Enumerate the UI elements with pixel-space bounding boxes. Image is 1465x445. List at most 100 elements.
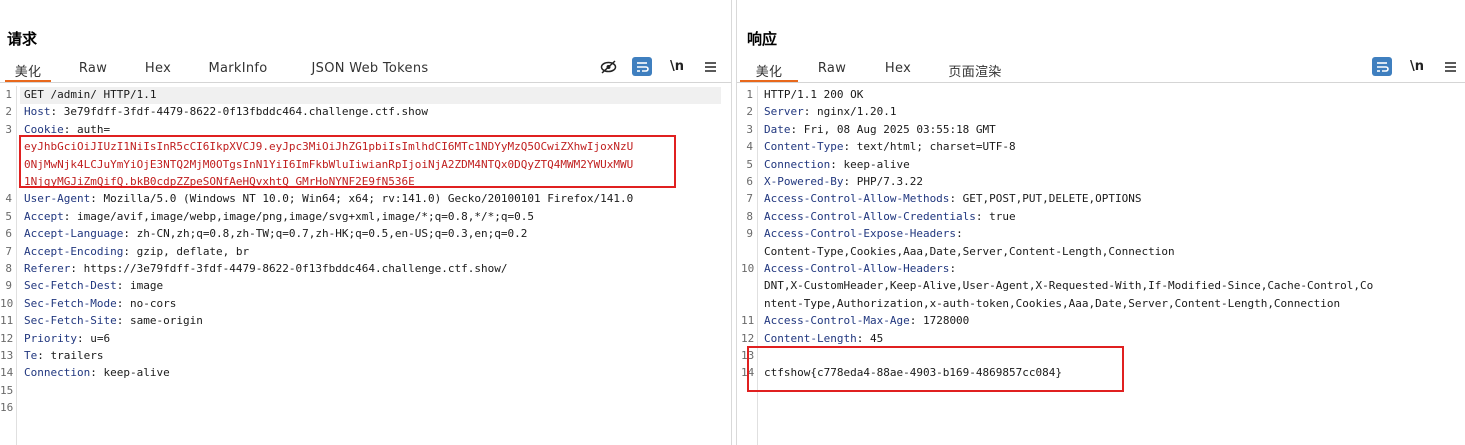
header-value: : keep-alive	[90, 366, 170, 380]
line-number: 1	[5, 88, 12, 101]
header-value: : auth=	[63, 122, 111, 136]
line-text: DNT,X-CustomHeader,Keep-Alive,User-Agent…	[764, 279, 1374, 293]
header-value: : 1728000	[909, 314, 970, 328]
code-line: X-Powered-By: PHP/7.3.22	[764, 173, 923, 190]
hide-eye-icon[interactable]	[598, 57, 618, 76]
code-line: Content-Length: 45	[764, 330, 883, 347]
line-number: 15	[0, 383, 14, 397]
line-number: 13	[0, 349, 14, 362]
code-line: Access-Control-Max-Age: 1728000	[764, 312, 969, 329]
line-number: 7	[5, 244, 12, 258]
line-number: 10	[0, 296, 14, 310]
line-number: 3	[746, 122, 753, 136]
line-number: 4	[5, 192, 12, 206]
code-line: Content-Type,Cookies,Aaa,Date,Server,Con…	[764, 243, 1175, 260]
header-value: : 45	[856, 331, 884, 345]
line-number: 2	[746, 105, 753, 119]
header-name: Priority	[24, 331, 77, 345]
header-value: : image	[116, 279, 164, 293]
header-name: Sec-Fetch-Site	[24, 314, 117, 328]
header-name: Sec-Fetch-Dest	[24, 279, 117, 293]
header-name: Accept-Encoding	[24, 244, 124, 258]
menu-icon[interactable]	[1440, 57, 1460, 76]
response-tab-raw[interactable]: Raw	[809, 61, 855, 82]
header-name: Connection	[764, 157, 831, 171]
line-number: 11	[741, 314, 755, 328]
header-name: Sec-Fetch-Mode	[24, 296, 117, 310]
line-number: 3	[5, 122, 12, 136]
response-tab-render[interactable]: 页面渲染	[941, 61, 1009, 82]
header-value: :	[956, 227, 963, 241]
request-tab-hex[interactable]: Hex	[135, 61, 181, 82]
code-line: Host: 3e79fdff-3fdf-4479-8622-0f13fbddc4…	[24, 103, 428, 120]
request-pane: 请求 美化 Raw Hex MarkInfo JSON Web Tokens \…	[0, 0, 731, 445]
flag-highlight-box	[747, 346, 1124, 392]
code-line: User-Agent: Mozilla/5.0 (Windows NT 10.0…	[24, 190, 633, 207]
code-line: Accept-Language: zh-CN,zh;q=0.8,zh-TW;q=…	[24, 225, 527, 242]
header-value: : 3e79fdff-3fdf-4479-8622-0f13fbddc464.c…	[50, 105, 429, 119]
request-title: 请求	[7, 30, 38, 48]
code-line: Access-Control-Allow-Headers:	[764, 260, 956, 277]
header-name: Referer	[24, 262, 71, 275]
request-tab-jwt[interactable]: JSON Web Tokens	[300, 61, 440, 82]
header-name: Access-Control-Allow-Methods	[764, 192, 950, 206]
header-name: Date	[764, 122, 791, 136]
header-value: : GET,POST,PUT,DELETE,OPTIONS	[949, 192, 1142, 206]
header-name: Access-Control-Allow-Credentials	[764, 209, 976, 223]
header-value: : gzip, deflate, br	[123, 244, 250, 258]
line-number: 6	[746, 175, 753, 188]
header-name: Connection	[24, 366, 91, 380]
line-text: ntent-Type,Authorization,x-auth-token,Co…	[764, 296, 1341, 310]
request-tab-markinfo[interactable]: MarkInfo	[200, 61, 276, 82]
header-name: Access-Control-Max-Age	[764, 314, 910, 328]
code-line: Connection: keep-alive	[764, 156, 910, 173]
code-line: Referer: https://3e79fdff-3fdf-4479-8622…	[24, 260, 507, 277]
menu-icon[interactable]	[700, 57, 720, 76]
line-number: 8	[5, 262, 12, 275]
wrap-lines-icon[interactable]	[1372, 57, 1392, 76]
code-line: Connection: keep-alive	[24, 364, 170, 381]
code-line: Date: Fri, 08 Aug 2025 03:55:18 GMT	[764, 121, 996, 138]
header-name: Te	[24, 349, 38, 362]
header-value: : trailers	[37, 349, 104, 362]
line-number: 5	[5, 209, 12, 223]
line-number: 16	[0, 401, 14, 415]
code-line: HTTP/1.1 200 OK	[764, 86, 863, 103]
header-value: : nginx/1.20.1	[803, 105, 897, 119]
response-tab-pretty[interactable]: 美化	[740, 61, 798, 82]
newline-toggle-icon[interactable]: \n	[1407, 57, 1427, 76]
header-name: User-Agent	[24, 192, 91, 206]
header-value: : Mozilla/5.0 (Windows NT 10.0; Win64; x…	[90, 192, 634, 206]
code-line: Sec-Fetch-Dest: image	[24, 277, 163, 294]
line-number: 4	[746, 140, 753, 154]
header-value: : PHP/7.3.22	[843, 175, 923, 188]
header-value: : keep-alive	[830, 157, 910, 171]
header-value: : text/html; charset=UTF-8	[843, 140, 1016, 154]
response-tab-hex[interactable]: Hex	[875, 61, 921, 82]
line-number: 7	[746, 192, 753, 206]
code-line: Accept: image/avif,image/webp,image/png,…	[24, 208, 534, 225]
line-number: 9	[5, 279, 12, 293]
header-name: Content-Type	[764, 140, 844, 154]
line-number: 2	[5, 105, 12, 119]
newline-toggle-icon[interactable]: \n	[667, 57, 687, 76]
header-name: X-Powered-By	[764, 175, 844, 188]
header-value: : Fri, 08 Aug 2025 03:55:18 GMT	[790, 122, 996, 136]
code-line: Access-Control-Allow-Methods: GET,POST,P…	[764, 190, 1142, 207]
header-value: : zh-CN,zh;q=0.8,zh-TW;q=0.7,zh-HK;q=0.5…	[123, 227, 528, 241]
request-tab-pretty[interactable]: 美化	[5, 61, 51, 82]
response-tabbar: 美化 Raw Hex 页面渲染 \n	[737, 56, 1465, 83]
line-number: 8	[746, 209, 753, 223]
line-text: GET /admin/ HTTP/1.1	[24, 88, 157, 101]
code-line: Sec-Fetch-Mode: no-cors	[24, 295, 176, 312]
request-tab-raw[interactable]: Raw	[70, 61, 116, 82]
header-value: : u=6	[76, 331, 111, 345]
header-name: Accept	[24, 209, 64, 223]
code-line: GET /admin/ HTTP/1.1	[24, 86, 156, 103]
line-number: 11	[0, 314, 14, 328]
code-line: DNT,X-CustomHeader,Keep-Alive,User-Agent…	[764, 277, 1373, 294]
header-value: : image/avif,image/webp,image/png,image/…	[63, 209, 534, 223]
code-line: ntent-Type,Authorization,x-auth-token,Co…	[764, 295, 1340, 312]
header-value: : same-origin	[116, 314, 203, 328]
wrap-lines-icon[interactable]	[632, 57, 652, 76]
